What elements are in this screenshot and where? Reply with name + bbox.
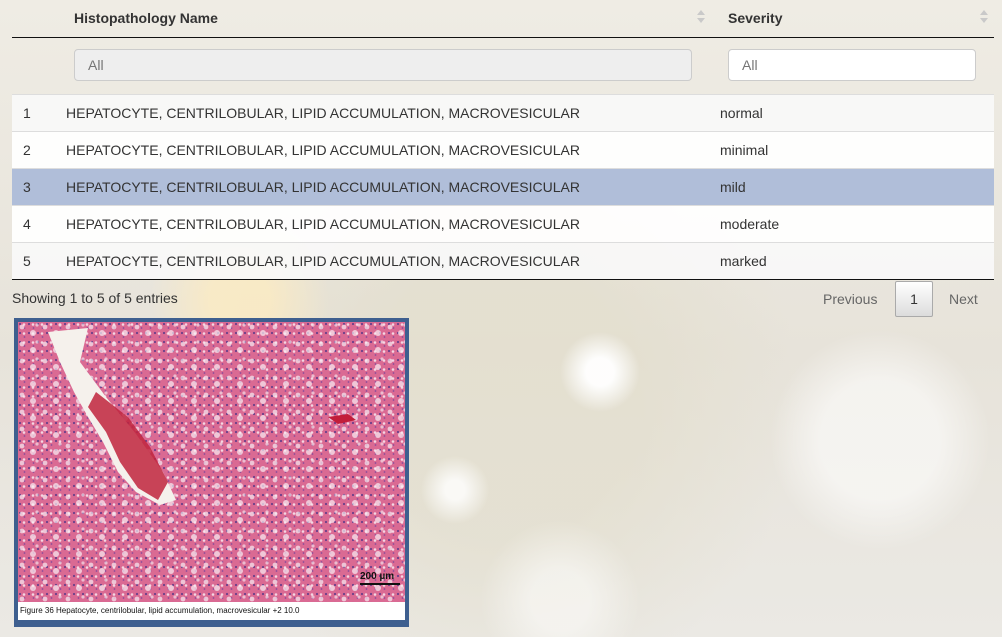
histology-figure: 200 µm Figure 36 Hepatocyte, centrilobul…	[14, 318, 409, 627]
row-name: HEPATOCYTE, CENTRILOBULAR, LIPID ACCUMUL…	[66, 142, 580, 158]
row-name: HEPATOCYTE, CENTRILOBULAR, LIPID ACCUMUL…	[66, 216, 580, 232]
table-info: Showing 1 to 5 of 5 entries	[12, 290, 178, 306]
sort-name-icon[interactable]	[697, 10, 705, 24]
row-severity: minimal	[720, 142, 769, 158]
row-index: 3	[23, 179, 31, 195]
table-row[interactable]: 3 HEPATOCYTE, CENTRILOBULAR, LIPID ACCUMU…	[12, 169, 994, 206]
row-name: HEPATOCYTE, CENTRILOBULAR, LIPID ACCUMUL…	[66, 105, 580, 121]
row-index: 1	[23, 105, 31, 121]
previous-button[interactable]: Previous	[823, 281, 877, 317]
scale-bar: 200 µm	[360, 571, 400, 585]
filter-row	[12, 38, 994, 95]
header-histopathology-name[interactable]: Histopathology Name	[74, 10, 218, 26]
scale-label: 200 µm	[360, 571, 395, 582]
row-index: 4	[23, 216, 31, 232]
next-button[interactable]: Next	[949, 281, 978, 317]
header-severity[interactable]: Severity	[728, 10, 782, 26]
severity-filter-input[interactable]	[728, 49, 976, 81]
liver-micrograph	[18, 322, 405, 602]
table-row[interactable]: 2 HEPATOCYTE, CENTRILOBULAR, LIPID ACCUMU…	[12, 132, 994, 169]
row-index: 5	[23, 253, 31, 269]
row-severity: normal	[720, 105, 763, 121]
row-severity: mild	[720, 179, 746, 195]
table-row[interactable]: 4 HEPATOCYTE, CENTRILOBULAR, LIPID ACCUMU…	[12, 206, 994, 243]
row-name: HEPATOCYTE, CENTRILOBULAR, LIPID ACCUMUL…	[66, 253, 580, 269]
table-body: 1 HEPATOCYTE, CENTRILOBULAR, LIPID ACCUMU…	[12, 95, 994, 280]
histopathology-table: Histopathology Name Severity 1 HEPATOCYTE…	[12, 0, 994, 280]
name-filter-input[interactable]	[74, 49, 692, 81]
table-row[interactable]: 5 HEPATOCYTE, CENTRILOBULAR, LIPID ACCUMU…	[12, 243, 994, 280]
row-severity: moderate	[720, 216, 780, 232]
table-header: Histopathology Name Severity	[12, 0, 994, 38]
sort-severity-icon[interactable]	[980, 10, 988, 24]
row-severity: marked	[720, 253, 767, 269]
row-index: 2	[23, 142, 31, 158]
row-name: HEPATOCYTE, CENTRILOBULAR, LIPID ACCUMUL…	[66, 179, 580, 195]
page-1-button[interactable]: 1	[895, 281, 933, 317]
figure-caption: Figure 36 Hepatocyte, centrilobular, lip…	[18, 602, 405, 620]
table-row[interactable]: 1 HEPATOCYTE, CENTRILOBULAR, LIPID ACCUMU…	[12, 95, 994, 132]
